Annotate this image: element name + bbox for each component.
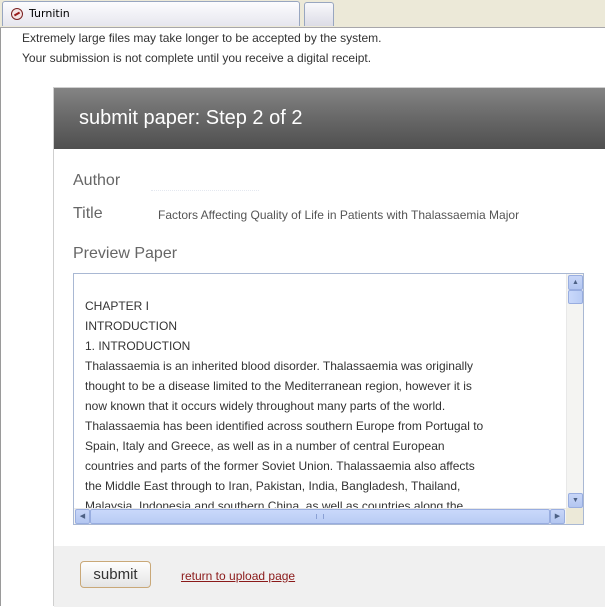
preview-line: 1. INTRODUCTION [85, 339, 191, 353]
scroll-left-arrow-icon[interactable]: ◀ [75, 509, 90, 524]
horizontal-scroll-thumb[interactable] [90, 509, 550, 524]
horizontal-scrollbar[interactable]: ◀ ▶ [74, 508, 566, 524]
preview-line: Thalassaemia is an inherited blood disor… [85, 359, 473, 373]
author-label: Author [73, 172, 121, 189]
paper-preview-text: CHAPTER I INTRODUCTION 1. INTRODUCTION Thal… [85, 296, 563, 510]
preview-line: Spain, Italy and Greece, as well as in a… [85, 439, 445, 453]
receipt-note: Your submission is not complete until yo… [22, 51, 372, 65]
panel-title: submit paper: Step 2 of 2 [79, 107, 303, 129]
vertical-scroll-thumb[interactable] [568, 290, 583, 304]
vertical-scrollbar[interactable]: ▲ ▼ [566, 274, 583, 509]
preview-line: thought to be a disease limited to the M… [85, 379, 472, 393]
submit-button[interactable]: submit [80, 561, 151, 588]
panel-footer: submit return to upload page [54, 546, 605, 607]
preview-line: INTRODUCTION [85, 319, 177, 333]
browser-tab-turnitin[interactable]: Turnitin [2, 1, 300, 26]
browser-tab-title: Turnitin [29, 7, 70, 20]
preview-line: countries and parts of the former Soviet… [85, 459, 475, 473]
scrollbar-corner [566, 508, 583, 524]
preview-line: now known that it occurs widely througho… [85, 399, 446, 413]
return-to-upload-link[interactable]: return to upload page [181, 569, 295, 583]
panel-header: submit paper: Step 2 of 2 [54, 88, 605, 149]
scroll-up-arrow-icon[interactable]: ▲ [568, 275, 583, 290]
scroll-right-arrow-icon[interactable]: ▶ [550, 509, 565, 524]
submit-paper-panel: submit paper: Step 2 of 2 Author Title F… [53, 87, 605, 607]
new-tab-button[interactable] [304, 2, 334, 26]
author-value [151, 176, 259, 191]
preview-line: CHAPTER I [85, 299, 150, 313]
scroll-down-arrow-icon[interactable]: ▼ [568, 493, 583, 508]
title-label: Title [73, 205, 103, 222]
preview-line: the Middle East through to Iran, Pakista… [85, 479, 461, 493]
large-files-note: Extremely large files may take longer to… [22, 31, 382, 45]
paper-preview-box[interactable]: CHAPTER I INTRODUCTION 1. INTRODUCTION Thal… [73, 273, 584, 525]
preview-line: Thalassaemia has been identified across … [85, 419, 484, 433]
preview-paper-label: Preview Paper [73, 245, 178, 262]
paper-title-value: Factors Affecting Quality of Life in Pat… [158, 208, 520, 222]
window-frame-edge [0, 28, 1, 606]
browser-tab-strip: Turnitin [0, 0, 605, 28]
turnitin-logo-icon [11, 8, 23, 20]
